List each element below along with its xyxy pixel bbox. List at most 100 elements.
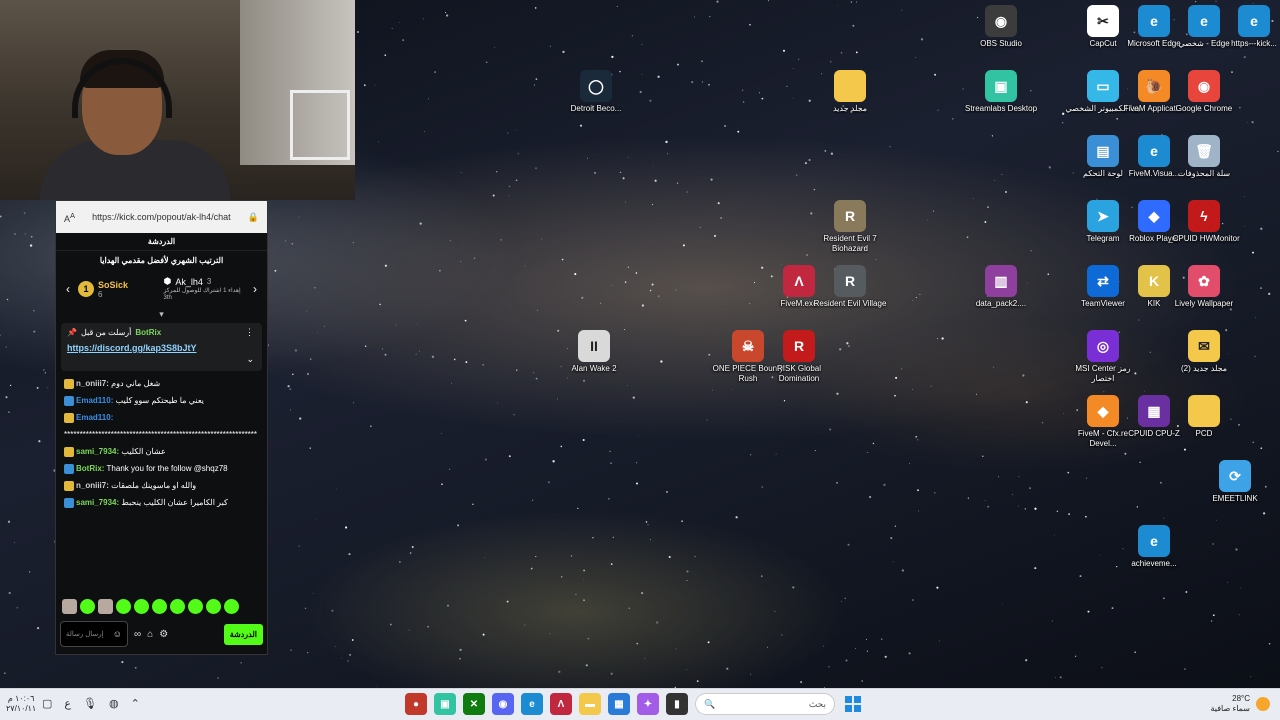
language-indicator[interactable]: ع: [64, 697, 71, 710]
desktop-icon[interactable]: ✿ Lively Wallpaper: [1166, 265, 1242, 309]
desktop-icon[interactable]: ϟ _CPUID HWMonitor: [1166, 200, 1242, 244]
star: [398, 21, 400, 23]
star: [531, 499, 534, 501]
emote-icon[interactable]: [170, 598, 185, 614]
emote-icon[interactable]: [134, 598, 149, 614]
app-icon: ▭: [1087, 70, 1119, 102]
chat-username[interactable]: sami_7934:: [76, 447, 119, 456]
star: [1111, 607, 1114, 610]
store-icon[interactable]: ▦: [608, 693, 630, 715]
url-text[interactable]: https://kick.com/popout/ak-lh4/chat: [81, 212, 242, 222]
network-icon[interactable]: ◍: [109, 697, 119, 710]
emote-icon[interactable]: [206, 598, 221, 614]
discord-icon[interactable]: ◉: [492, 693, 514, 715]
star: [351, 639, 354, 641]
chat-input[interactable]: إرسال رسالة ☺: [60, 621, 128, 647]
desktop-icon[interactable]: II Alan Wake 2: [556, 330, 632, 374]
more-options-icon[interactable]: ⋮: [245, 327, 254, 338]
leader-2[interactable]: ⬢ Ak_lh4 3 إهداء 1 اشتراك للوصول للمركز …: [164, 276, 246, 302]
chat-username[interactable]: n_oniii7:: [76, 481, 109, 490]
chevron-right-icon[interactable]: ›: [249, 282, 261, 296]
desktop-icon[interactable]: مجلد جديد: [812, 70, 888, 114]
microphone-icon[interactable]: 🎙: [83, 697, 97, 710]
send-button[interactable]: الدردشة: [223, 623, 263, 645]
desktop-icon[interactable]: 🗑 سلة المحذوفات: [1166, 135, 1242, 179]
address-bar[interactable]: AA https://kick.com/popout/ak-lh4/chat 🔒: [56, 201, 267, 233]
desktop-icon[interactable]: ✉ (2) مجلد جديد: [1166, 330, 1242, 374]
star: [696, 680, 699, 682]
desktop-icon[interactable]: ▣ Streamlabs Desktop: [963, 70, 1039, 114]
chat-username[interactable]: n_oniii7:: [76, 379, 109, 388]
copilot-icon[interactable]: ✦: [637, 693, 659, 715]
desktop-icon[interactable]: R Resident Evil 7 Biohazard: [812, 200, 888, 254]
fivem-icon[interactable]: Λ: [550, 693, 572, 715]
app-icon: ✂: [1087, 5, 1119, 37]
app-icon: ☠: [732, 330, 764, 362]
star: [431, 355, 435, 358]
chat-username[interactable]: BotRix:: [76, 464, 104, 473]
star: [1262, 512, 1266, 515]
clock[interactable]: ١٠:٠٦ م ٢٧/١٠/١١: [6, 694, 36, 714]
leader-count: 6: [98, 289, 103, 299]
reader-icon[interactable]: AA: [64, 211, 75, 224]
desktop-icon-label: سلة المحذوفات: [1177, 169, 1231, 178]
chat-username[interactable]: Emad110:: [76, 396, 113, 405]
xbox-icon[interactable]: ✕: [463, 693, 485, 715]
star: [742, 101, 745, 103]
emote-icon[interactable]: [80, 598, 95, 614]
star: [1029, 487, 1031, 489]
emote-icon[interactable]: [224, 598, 239, 614]
star: [850, 1, 853, 3]
search-box[interactable]: 🔍 بحث: [695, 693, 835, 715]
desktop-icon[interactable]: R Resident Evil Village: [812, 265, 888, 309]
chat-text: يعني ما طيحتكم سوو كليب: [115, 396, 204, 405]
desktop-icon[interactable]: ◉ OBS Studio: [963, 5, 1039, 49]
streamlabs-icon[interactable]: ▣: [434, 693, 456, 715]
desktop-icon[interactable]: ◉ Google Chrome: [1166, 70, 1242, 114]
leader-hint: إهداء 1 اشتراك للوصول للمركز 3th: [163, 288, 241, 301]
desktop-icon[interactable]: e https---kick...: [1216, 5, 1280, 49]
chat-username[interactable]: Emad110:: [76, 413, 113, 422]
taskbar-app-icon[interactable]: ●: [405, 693, 427, 715]
emote-icon[interactable]: [188, 598, 203, 614]
chevron-left-icon[interactable]: ‹: [62, 282, 74, 296]
terminal-icon[interactable]: ▮: [666, 693, 688, 715]
emote-icon[interactable]: [152, 598, 167, 614]
windows-start-icon[interactable]: [842, 693, 864, 715]
star: [408, 629, 410, 631]
star: [934, 73, 937, 76]
chat-username[interactable]: sami_7934:: [76, 498, 119, 507]
desktop-icon[interactable]: R RISK Global Domination: [761, 330, 837, 384]
file-explorer-icon[interactable]: ▬: [579, 693, 601, 715]
star: [767, 646, 769, 648]
collapse-handle-icon[interactable]: ▾: [56, 309, 267, 321]
leader-name: Ak_lh4: [175, 276, 203, 287]
desktop-icon[interactable]: ◎ MSI Center رمز اختصار: [1065, 330, 1141, 384]
store-icon[interactable]: ⌂: [147, 629, 153, 640]
desktop-icon[interactable]: ▥ data_pack2....: [963, 265, 1039, 309]
desktop-icon[interactable]: ⟳ EMEETLINK: [1197, 460, 1273, 504]
star: [1259, 287, 1263, 290]
desktop-icon[interactable]: e achieveme...: [1116, 525, 1192, 569]
star: [901, 9, 903, 11]
leader-1[interactable]: 1 SoSick 6: [78, 280, 160, 299]
edge-icon[interactable]: e: [521, 693, 543, 715]
notification-icon[interactable]: ▢: [42, 697, 52, 710]
emoji-icon[interactable]: ☺: [113, 629, 122, 639]
emote-cat-icon[interactable]: [62, 598, 77, 614]
weather-widget[interactable]: 28°C سماء صافية: [1210, 694, 1270, 714]
desktop-icon[interactable]: PCD: [1166, 395, 1242, 439]
gear-icon[interactable]: ⚙: [159, 629, 168, 640]
desktop-icon[interactable]: ◯ Detroit Beco...: [558, 70, 634, 114]
badge-icon: [64, 480, 74, 491]
star: [666, 491, 668, 493]
chevron-down-icon[interactable]: ⌄: [246, 354, 254, 365]
chevron-up-icon[interactable]: ⌃: [131, 697, 140, 710]
weather-desc: سماء صافية: [1210, 704, 1250, 713]
infinity-icon[interactable]: ∞: [134, 629, 141, 640]
emote-icon[interactable]: [116, 598, 131, 614]
pinned-link[interactable]: https://discord.gg/kap3S8bJtY: [67, 343, 256, 353]
pinned-author[interactable]: BotRix: [135, 328, 161, 337]
emote-cat-icon[interactable]: [98, 598, 113, 614]
star: [574, 273, 577, 276]
